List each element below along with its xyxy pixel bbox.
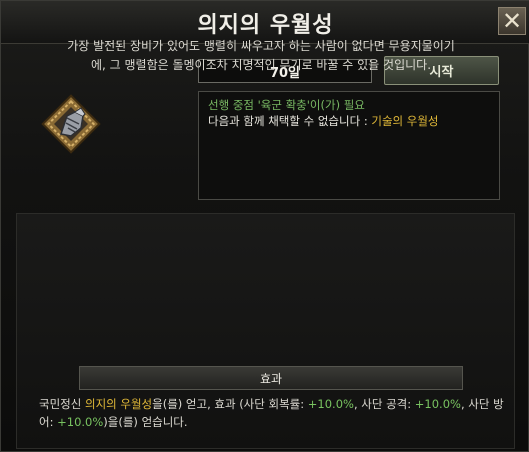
effect-part: 을(를) 얻고, 효과 (사단 회복률: — [152, 397, 308, 411]
prerequisite-text: 선행 중점 '육군 확충'이(가) 필요 — [208, 98, 365, 112]
effect-part: 국민정신 — [39, 397, 85, 411]
close-icon: ✕ — [501, 7, 523, 35]
recovery-rate-value: +10.0% — [307, 397, 354, 411]
attack-value: +10.0% — [414, 397, 461, 411]
effect-part: , 사단 공격: — [353, 397, 415, 411]
effect-part: )을(를) 얻습니다. — [103, 415, 188, 429]
effect-text: 국민정신 의지의 우월성을(를) 얻고, 효과 (사단 회복률: +10.0%,… — [39, 395, 509, 431]
defense-value: +10.0% — [57, 415, 104, 429]
effect-header: 효과 — [79, 366, 463, 390]
close-button[interactable]: ✕ — [498, 7, 526, 35]
focus-description: 가장 발전된 장비가 있어도 맹렬히 싸우고자 하는 사람이 없다면 무용지물이… — [67, 39, 455, 72]
national-spirit-name[interactable]: 의지의 우월성 — [85, 397, 152, 411]
focus-icon — [41, 94, 101, 154]
window-title: 의지의 우월성 — [197, 13, 334, 38]
exclusive-focus-link[interactable]: 기술의 우월성 — [371, 114, 438, 128]
focus-window: 의지의 우월성 ✕ 70일 시작 선행 중점 '육군 확충'이(가) 필요 다음… — [0, 0, 529, 452]
armored-fist-icon — [41, 94, 101, 154]
prerequisite-box: 선행 중점 '육군 확충'이(가) 필요 다음과 함께 채택할 수 없습니다 :… — [198, 91, 500, 200]
exclusive-text: 다음과 함께 채택할 수 없습니다 : — [208, 114, 372, 128]
exclusive-line: 다음과 함께 채택할 수 없습니다 : 기술의 우월성 — [208, 113, 490, 129]
